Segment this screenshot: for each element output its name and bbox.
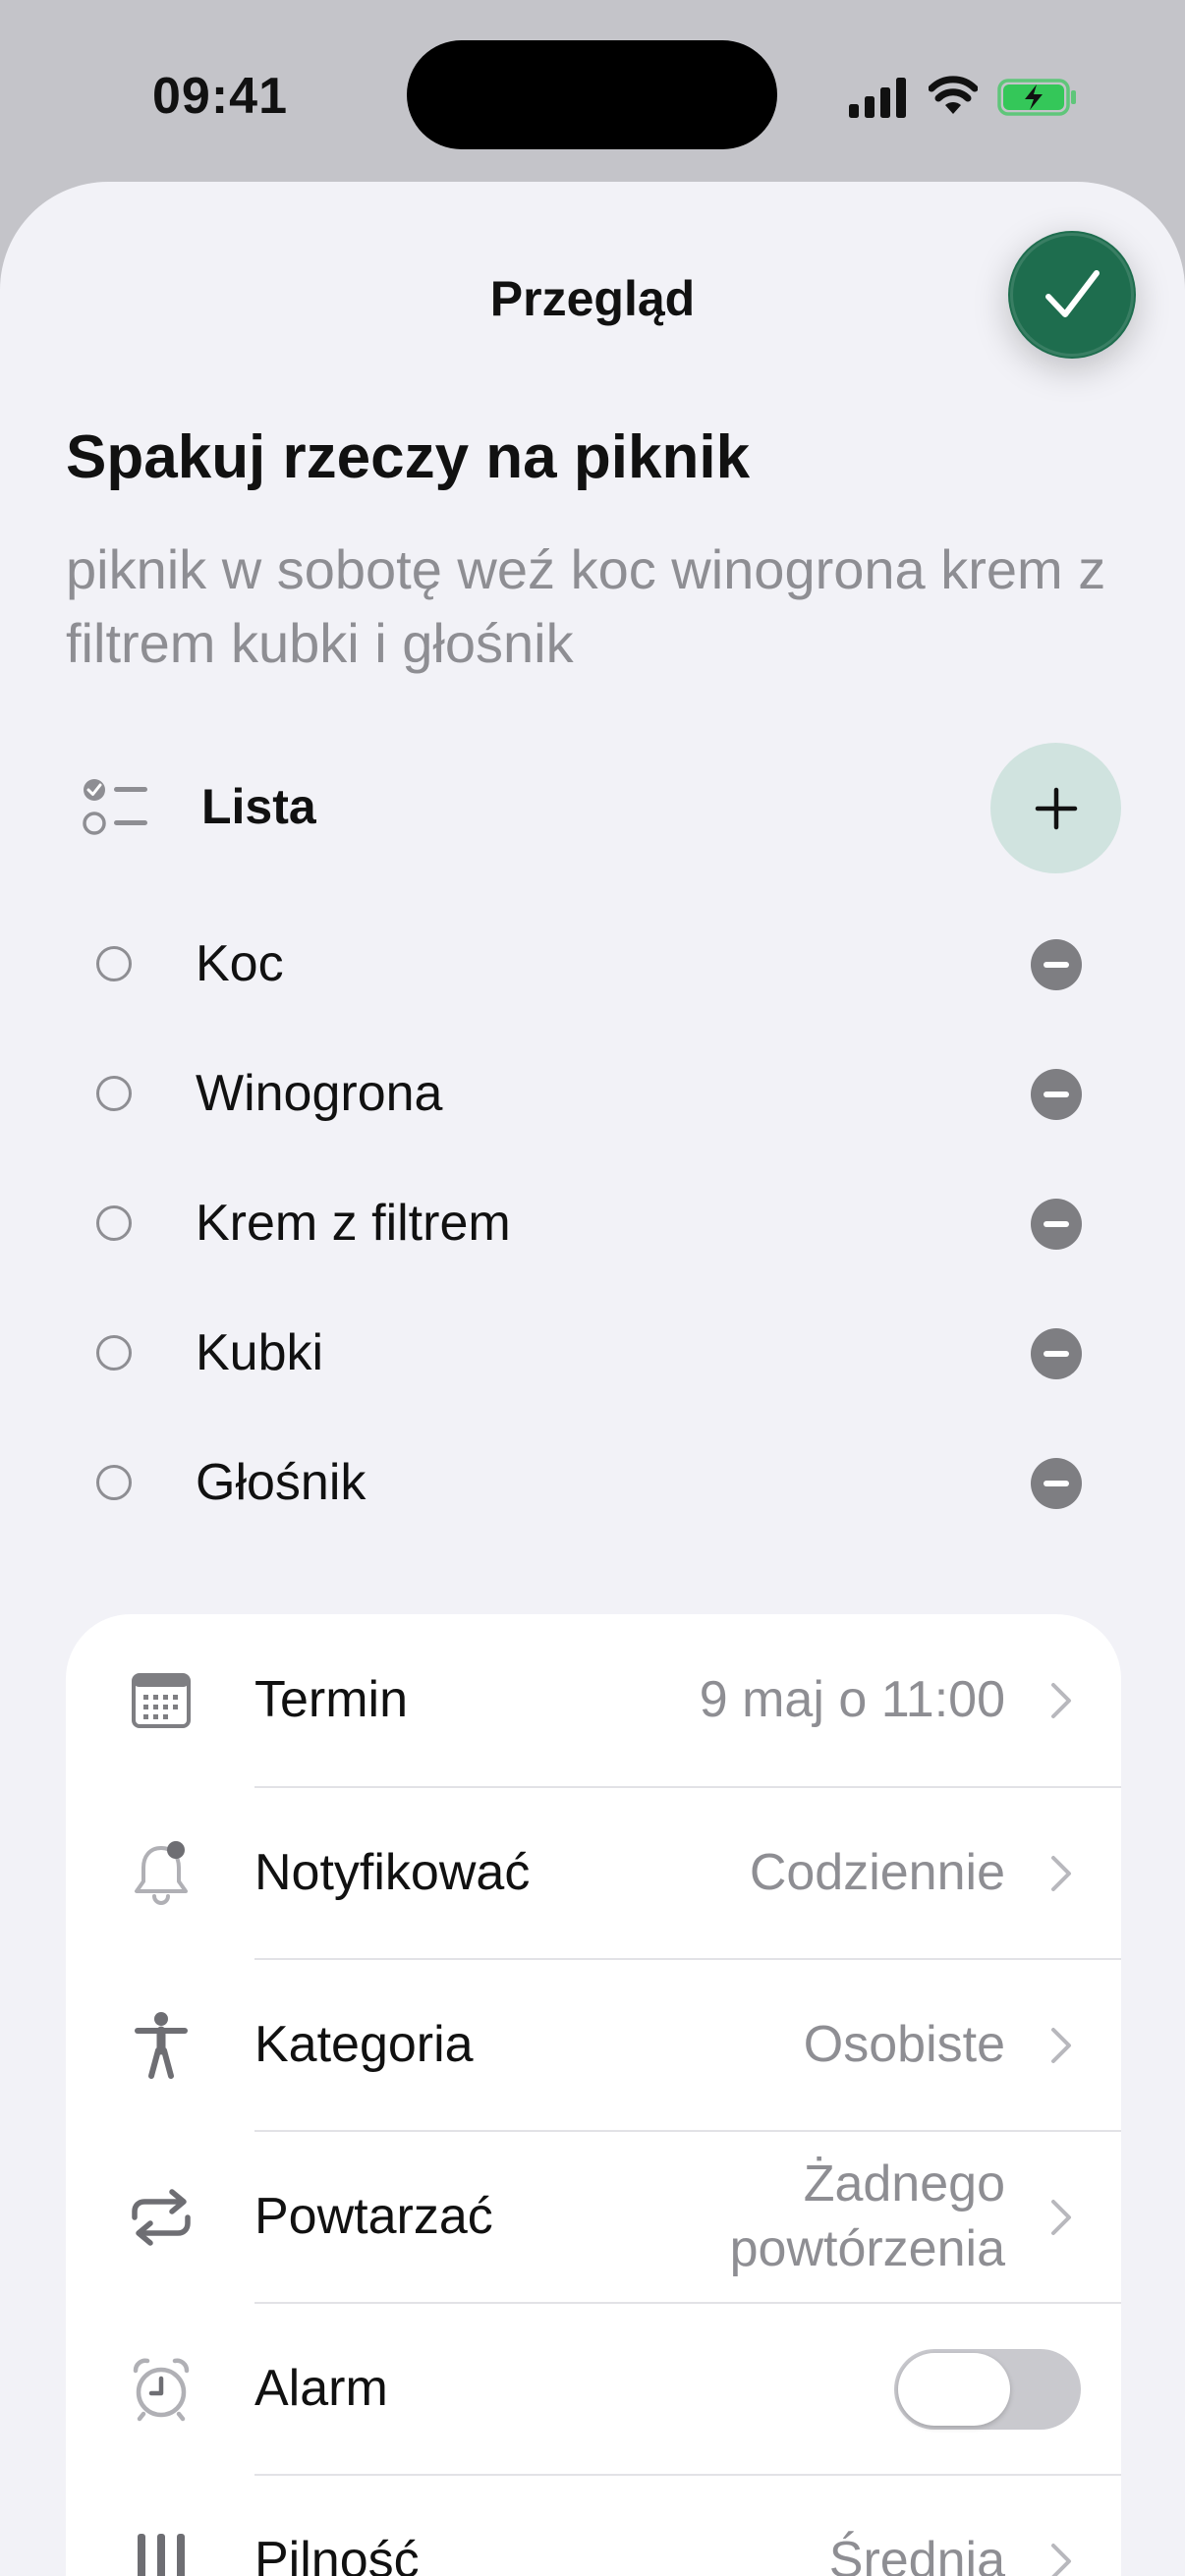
repeat-value-line2: powtórzenia <box>729 2220 1005 2277</box>
cellular-signal-icon <box>849 78 906 118</box>
minus-icon <box>1044 1092 1069 1097</box>
repeat-row[interactable]: Powtarzać Żadnego powtórzenia <box>66 2132 1121 2303</box>
item-checkbox[interactable] <box>96 1335 132 1371</box>
list-label: Lista <box>201 779 316 834</box>
checklist-items: Koc Winogrona Krem z filtrem Kubki Głośn… <box>0 899 1185 1547</box>
item-checkbox[interactable] <box>96 1076 132 1111</box>
remove-item-button[interactable] <box>1031 1458 1082 1509</box>
checklist-icon <box>83 779 147 835</box>
minus-icon <box>1044 1351 1069 1357</box>
list-item: Kubki <box>0 1288 1185 1418</box>
item-label[interactable]: Krem z filtrem <box>196 1194 511 1253</box>
repeat-label: Powtarzać <box>254 2188 493 2245</box>
confirm-button[interactable] <box>1008 231 1136 359</box>
repeat-value: Żadnego powtórzenia <box>730 2152 1005 2281</box>
list-item: Krem z filtrem <box>0 1158 1185 1288</box>
alarm-row: Alarm <box>66 2304 1121 2475</box>
item-label[interactable]: Winogrona <box>196 1064 442 1123</box>
person-icon <box>127 2011 196 2080</box>
add-item-button[interactable] <box>990 743 1121 873</box>
priority-value: Średnia <box>828 2532 1005 2576</box>
priority-label: Pilność <box>254 2532 420 2576</box>
list-item: Winogrona <box>0 1029 1185 1158</box>
list-item: Głośnik <box>0 1418 1185 1547</box>
plus-icon <box>1035 787 1077 829</box>
remove-item-button[interactable] <box>1031 1328 1082 1379</box>
category-label: Kategoria <box>254 2016 474 2073</box>
item-label[interactable]: Głośnik <box>196 1453 366 1512</box>
sheet-title: Przegląd <box>489 271 696 326</box>
toggle-knob <box>898 2353 1010 2426</box>
category-row[interactable]: Kategoria Osobiste <box>66 1960 1121 2131</box>
repeat-icon <box>127 2183 196 2252</box>
chevron-right-icon <box>1051 2200 1071 2235</box>
notify-label: Notyfikować <box>254 1844 531 1901</box>
item-checkbox[interactable] <box>96 946 132 981</box>
remove-item-button[interactable] <box>1031 1199 1082 1250</box>
status-bar: 09:41 <box>0 0 1185 182</box>
calendar-icon <box>127 1666 196 1735</box>
list-item: Koc <box>0 899 1185 1029</box>
bell-icon <box>127 1838 196 1907</box>
category-value: Osobiste <box>803 2016 1005 2073</box>
minus-icon <box>1044 962 1069 968</box>
minus-icon <box>1044 1481 1069 1486</box>
notify-row[interactable]: Notyfikować Codziennie <box>66 1788 1121 1959</box>
priority-row[interactable]: Pilność Średnia <box>66 2476 1121 2576</box>
notify-value: Codziennie <box>749 1844 1005 1901</box>
item-checkbox[interactable] <box>96 1205 132 1241</box>
item-checkbox[interactable] <box>96 1465 132 1500</box>
task-title[interactable]: Spakuj rzeczy na piknik <box>66 422 750 492</box>
battery-charging-icon <box>997 79 1076 116</box>
task-settings-card: Termin 9 maj o 11:00 Notyfikować Codzien… <box>66 1614 1121 2576</box>
item-label[interactable]: Kubki <box>196 1323 323 1382</box>
item-label[interactable]: Koc <box>196 934 284 993</box>
task-review-sheet: Przegląd Spakuj rzeczy na piknik piknik … <box>0 182 1185 2576</box>
alarm-toggle[interactable] <box>894 2349 1081 2430</box>
chevron-right-icon <box>1051 2544 1071 2576</box>
priority-icon <box>127 2527 196 2576</box>
minus-icon <box>1044 1221 1069 1227</box>
chevron-right-icon <box>1051 1683 1071 1718</box>
remove-item-button[interactable] <box>1031 1069 1082 1120</box>
remove-item-button[interactable] <box>1031 939 1082 990</box>
chevron-right-icon <box>1051 2028 1071 2063</box>
due-date-value: 9 maj o 11:00 <box>699 1671 1005 1728</box>
repeat-value-line1: Żadnego <box>803 2156 1005 2212</box>
due-date-row[interactable]: Termin 9 maj o 11:00 <box>66 1614 1121 1787</box>
chevron-right-icon <box>1051 1856 1071 1891</box>
list-header: Lista <box>0 739 1185 873</box>
checkmark-icon <box>1045 270 1100 317</box>
due-date-label: Termin <box>254 1671 409 1728</box>
alarm-label: Alarm <box>254 2360 388 2417</box>
alarm-clock-icon <box>127 2355 196 2424</box>
task-description[interactable]: piknik w sobotę weź koc winogrona krem z… <box>66 532 1137 680</box>
wifi-icon <box>929 76 978 114</box>
dynamic-island <box>407 40 777 149</box>
status-time: 09:41 <box>152 68 288 125</box>
